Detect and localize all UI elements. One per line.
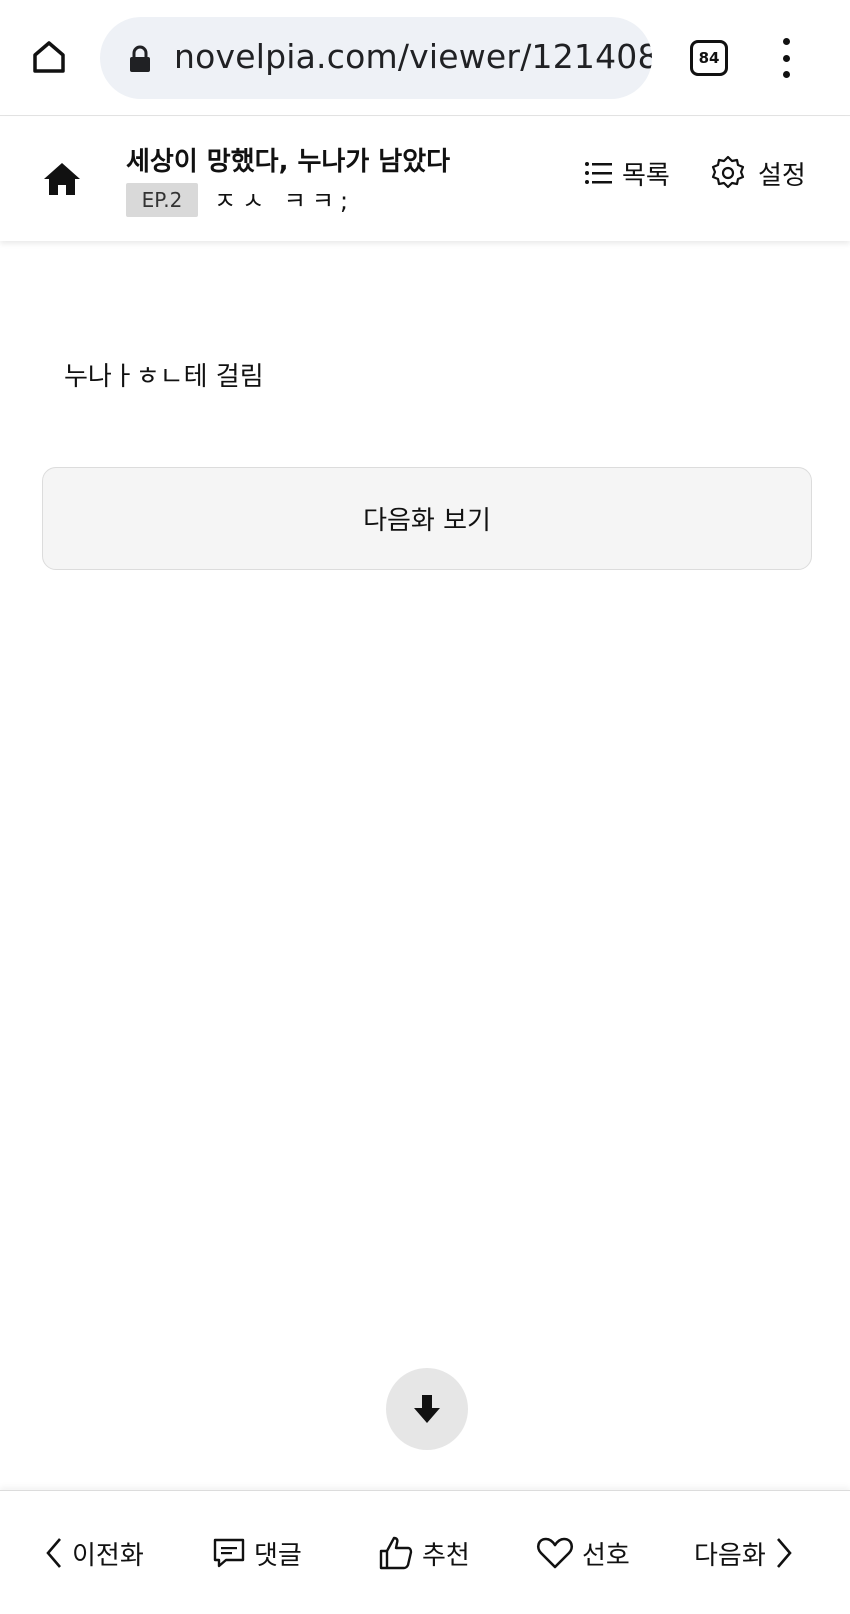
chevron-right-icon [774, 1536, 794, 1570]
bottom-nav: 이전화 댓글 추천 선호 다음화 [0, 1490, 850, 1614]
comment-icon [212, 1537, 246, 1569]
favorite-label: 선호 [582, 1540, 630, 1571]
heart-icon [536, 1536, 574, 1570]
address-bar[interactable]: novelpia.com/viewer/121408 [100, 17, 652, 99]
gear-font-icon [708, 153, 748, 193]
chevron-left-icon [44, 1536, 64, 1570]
browser-toolbar: novelpia.com/viewer/121408 84 [0, 0, 850, 116]
settings-button[interactable]: 설정 [708, 151, 806, 195]
scroll-down-button[interactable] [386, 1368, 468, 1450]
prev-label: 이전화 [72, 1540, 144, 1571]
episode-title: ㅈㅅ ㅋㅋ; [214, 187, 355, 215]
recommend-label: 추천 [422, 1540, 470, 1571]
next-episode-nav-button[interactable]: 다음화 [694, 1529, 794, 1577]
comment-label: 댓글 [254, 1540, 302, 1571]
prev-episode-button[interactable]: 이전화 [44, 1529, 144, 1577]
home-filled-icon[interactable] [40, 157, 84, 201]
settings-label: 설정 [758, 160, 806, 191]
list-icon [584, 160, 612, 186]
list-label: 목록 [622, 160, 670, 191]
browser-home-icon[interactable] [26, 34, 72, 80]
thumbs-up-icon [378, 1535, 414, 1571]
list-button[interactable]: 목록 [584, 153, 670, 193]
url-text: novelpia.com/viewer/121408 [174, 37, 652, 76]
episode-body-text: 누나ㅏㅎㄴ테 걸림 [64, 362, 264, 392]
tab-count: 84 [698, 49, 720, 67]
comment-button[interactable]: 댓글 [212, 1529, 302, 1577]
tabs-counter-icon[interactable]: 84 [690, 40, 728, 76]
viewer-header: 세상이 망했다, 누나가 남았다 EP.2 ㅈㅅ ㅋㅋ; 목록 설정 [0, 117, 850, 241]
next-label: 다음화 [694, 1540, 766, 1571]
kebab-menu-icon[interactable] [778, 38, 794, 78]
lock-icon [130, 45, 150, 72]
novel-title: 세상이 망했다, 누나가 남았다 [126, 147, 451, 177]
favorite-button[interactable]: 선호 [536, 1529, 630, 1577]
recommend-button[interactable]: 추천 [378, 1529, 470, 1577]
arrow-down-icon [412, 1393, 442, 1425]
next-episode-button[interactable]: 다음화 보기 [42, 467, 812, 570]
episode-badge: EP.2 [126, 183, 198, 217]
